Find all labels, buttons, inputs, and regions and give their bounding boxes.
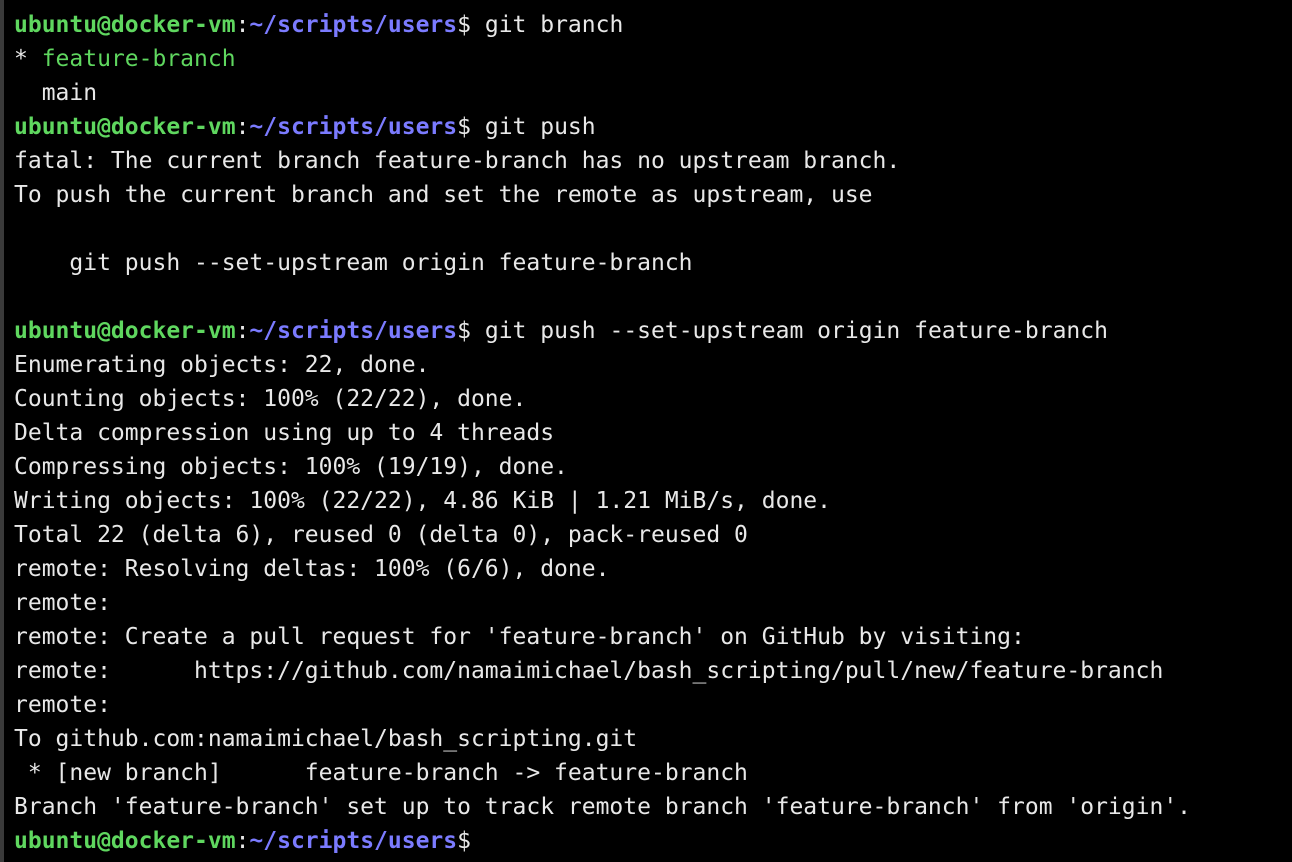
prompt-line: ubuntu@docker-vm:~/scripts/users$ git br… bbox=[14, 8, 1191, 42]
output-line: * [new branch] feature-branch -> feature… bbox=[14, 756, 1191, 790]
terminal-window[interactable]: ubuntu@docker-vm:~/scripts/users$ git br… bbox=[0, 0, 1292, 862]
prompt-path: ~/scripts/users bbox=[249, 114, 458, 140]
output-text: To push the current branch and set the r… bbox=[14, 182, 873, 208]
prompt-path: ~/scripts/users bbox=[249, 318, 458, 344]
prompt-separator: : bbox=[235, 318, 250, 344]
output-line: Delta compression using up to 4 threads bbox=[14, 416, 1191, 450]
prompt-user-host: ubuntu@docker-vm bbox=[14, 12, 236, 38]
prompt-user-host: ubuntu@docker-vm bbox=[14, 114, 236, 140]
output-line: To github.com:namaimichael/bash_scriptin… bbox=[14, 722, 1191, 756]
output-line: remote: https://github.com/namaimichael/… bbox=[14, 654, 1191, 688]
current-branch-name: feature-branch bbox=[41, 46, 236, 72]
terminal-output[interactable]: ubuntu@docker-vm:~/scripts/users$ git br… bbox=[14, 8, 1191, 858]
output-line: remote: Resolving deltas: 100% (6/6), do… bbox=[14, 552, 1191, 586]
output-line: main bbox=[14, 76, 1191, 110]
prompt-line: ubuntu@docker-vm:~/scripts/users$ git pu… bbox=[14, 314, 1191, 348]
output-line: fatal: The current branch feature-branch… bbox=[14, 144, 1191, 178]
output-line: Counting objects: 100% (22/22), done. bbox=[14, 382, 1191, 416]
output-text: remote: Resolving deltas: 100% (6/6), do… bbox=[14, 556, 610, 582]
output-text: To github.com:namaimichael/bash_scriptin… bbox=[14, 726, 638, 752]
prompt-user-host: ubuntu@docker-vm bbox=[14, 318, 236, 344]
output-line: Compressing objects: 100% (19/19), done. bbox=[14, 450, 1191, 484]
window-edge bbox=[0, 0, 4, 862]
prompt-path: ~/scripts/users bbox=[249, 828, 458, 854]
prompt-separator: : bbox=[235, 114, 250, 140]
output-line: git push --set-upstream origin feature-b… bbox=[14, 246, 1191, 280]
prompt-symbol: $ bbox=[457, 828, 485, 854]
output-text: remote: Create a pull request for 'featu… bbox=[14, 624, 1025, 650]
output-text: Total 22 (delta 6), reused 0 (delta 0), … bbox=[14, 522, 748, 548]
output-text: * [new branch] feature-branch -> feature… bbox=[14, 760, 748, 786]
prompt-path: ~/scripts/users bbox=[249, 12, 458, 38]
command-text: git push bbox=[484, 114, 596, 140]
output-text: Enumerating objects: 22, done. bbox=[14, 352, 430, 378]
prompt-user-host: ubuntu@docker-vm bbox=[14, 828, 236, 854]
output-text: Counting objects: 100% (22/22), done. bbox=[14, 386, 527, 412]
output-line: Total 22 (delta 6), reused 0 (delta 0), … bbox=[14, 518, 1191, 552]
output-line: remote: bbox=[14, 586, 1191, 620]
output-line: To push the current branch and set the r… bbox=[14, 178, 1191, 212]
branch-marker: * bbox=[14, 46, 42, 72]
output-text: Delta compression using up to 4 threads bbox=[14, 420, 555, 446]
prompt-symbol: $ bbox=[457, 114, 485, 140]
output-text: Compressing objects: 100% (19/19), done. bbox=[14, 454, 568, 480]
command-text: git push --set-upstream origin feature-b… bbox=[484, 318, 1108, 344]
output-line: * feature-branch bbox=[14, 42, 1191, 76]
output-text: Writing objects: 100% (22/22), 4.86 KiB … bbox=[14, 488, 831, 514]
output-text: remote: bbox=[14, 692, 111, 718]
prompt-separator: : bbox=[235, 828, 250, 854]
output-line: remote: bbox=[14, 688, 1191, 722]
output-text: remote: bbox=[14, 590, 111, 616]
prompt-symbol: $ bbox=[457, 318, 485, 344]
prompt-symbol: $ bbox=[457, 12, 485, 38]
command-text: git branch bbox=[484, 12, 624, 38]
prompt-line: ubuntu@docker-vm:~/scripts/users$ git pu… bbox=[14, 110, 1191, 144]
output-text: Branch 'feature-branch' set up to track … bbox=[14, 794, 1192, 820]
prompt-separator: : bbox=[235, 12, 250, 38]
output-line: Branch 'feature-branch' set up to track … bbox=[14, 790, 1191, 824]
output-line: Writing objects: 100% (22/22), 4.86 KiB … bbox=[14, 484, 1191, 518]
output-text: remote: https://github.com/namaimichael/… bbox=[14, 658, 1164, 684]
output-text: main bbox=[14, 80, 98, 106]
output-line: remote: Create a pull request for 'featu… bbox=[14, 620, 1191, 654]
output-line: Enumerating objects: 22, done. bbox=[14, 348, 1191, 382]
output-text: git push --set-upstream origin feature-b… bbox=[14, 250, 693, 276]
prompt-line: ubuntu@docker-vm:~/scripts/users$ bbox=[14, 824, 1191, 858]
output-text: fatal: The current branch feature-branch… bbox=[14, 148, 901, 174]
